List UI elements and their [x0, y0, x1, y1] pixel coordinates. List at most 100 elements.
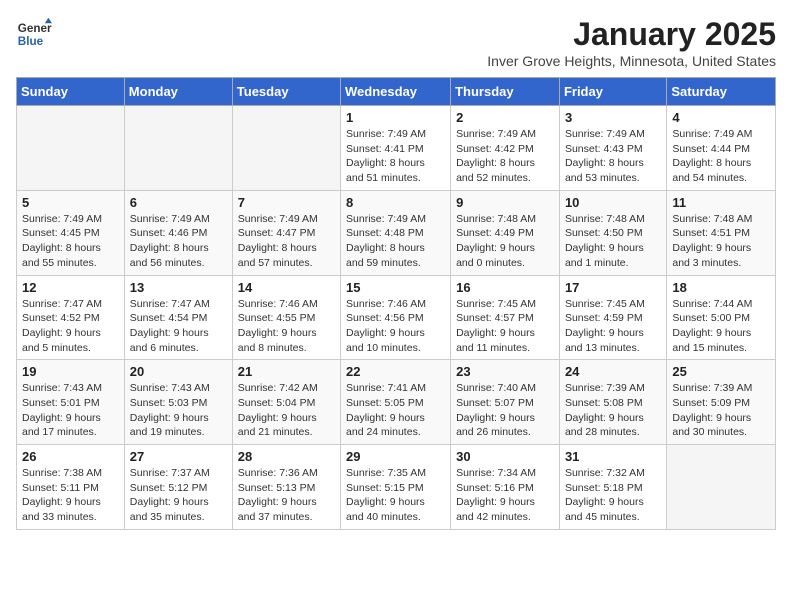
calendar-cell: 3 Sunrise: 7:49 AM Sunset: 4:43 PM Daylig…	[559, 106, 666, 191]
month-title: January 2025	[487, 16, 776, 53]
day-info: Sunrise: 7:43 AM Sunset: 5:03 PM Dayligh…	[130, 381, 227, 440]
calendar-cell: 18Sunrise: 7:44 AM Sunset: 5:00 PM Dayli…	[667, 275, 776, 360]
day-info: Sunrise: 7:38 AM Sunset: 5:11 PM Dayligh…	[22, 466, 119, 525]
calendar-cell: 26Sunrise: 7:38 AM Sunset: 5:11 PM Dayli…	[17, 445, 125, 530]
week-row-2: 5 Sunrise: 7:49 AM Sunset: 4:45 PM Daylig…	[17, 190, 776, 275]
day-number: 30	[456, 449, 554, 464]
calendar-cell: 19 Sunrise: 7:43 AM Sunset: 5:01 PM Dayli…	[17, 360, 125, 445]
calendar-cell: 12 Sunrise: 7:47 AM Sunset: 4:52 PM Dayli…	[17, 275, 125, 360]
weekday-header-friday: Friday	[559, 78, 666, 106]
day-number: 11	[672, 195, 770, 210]
day-number: 16	[456, 280, 554, 295]
calendar-cell	[232, 106, 340, 191]
day-number: 5	[22, 195, 119, 210]
day-info: Sunrise: 7:49 AM Sunset: 4:46 PM Dayligh…	[130, 212, 227, 271]
day-info: Sunrise: 7:41 AM Sunset: 5:05 PM Dayligh…	[346, 381, 445, 440]
day-number: 31	[565, 449, 661, 464]
day-number: 15	[346, 280, 445, 295]
day-info: Sunrise: 7:49 AM Sunset: 4:41 PM Dayligh…	[346, 127, 445, 186]
title-block: January 2025 Inver Grove Heights, Minnes…	[487, 16, 776, 69]
calendar-cell: 13Sunrise: 7:47 AM Sunset: 4:54 PM Dayli…	[124, 275, 232, 360]
day-number: 9	[456, 195, 554, 210]
weekday-header-sunday: Sunday	[17, 78, 125, 106]
day-info: Sunrise: 7:47 AM Sunset: 4:52 PM Dayligh…	[22, 297, 119, 356]
calendar-cell	[17, 106, 125, 191]
day-info: Sunrise: 7:40 AM Sunset: 5:07 PM Dayligh…	[456, 381, 554, 440]
day-info: Sunrise: 7:49 AM Sunset: 4:48 PM Dayligh…	[346, 212, 445, 271]
logo: General Blue	[16, 16, 52, 52]
week-row-1: 1 Sunrise: 7:49 AM Sunset: 4:41 PM Daylig…	[17, 106, 776, 191]
day-number: 7	[238, 195, 335, 210]
day-number: 29	[346, 449, 445, 464]
weekday-header-thursday: Thursday	[451, 78, 560, 106]
day-info: Sunrise: 7:48 AM Sunset: 4:51 PM Dayligh…	[672, 212, 770, 271]
day-number: 24	[565, 364, 661, 379]
day-info: Sunrise: 7:49 AM Sunset: 4:44 PM Dayligh…	[672, 127, 770, 186]
day-info: Sunrise: 7:49 AM Sunset: 4:43 PM Dayligh…	[565, 127, 661, 186]
location-title: Inver Grove Heights, Minnesota, United S…	[487, 53, 776, 69]
day-info: Sunrise: 7:37 AM Sunset: 5:12 PM Dayligh…	[130, 466, 227, 525]
day-number: 4	[672, 110, 770, 125]
calendar-cell: 28 Sunrise: 7:36 AM Sunset: 5:13 PM Dayli…	[232, 445, 340, 530]
logo-icon: General Blue	[16, 16, 52, 52]
weekday-header-wednesday: Wednesday	[341, 78, 451, 106]
calendar-cell	[124, 106, 232, 191]
calendar-cell: 23 Sunrise: 7:40 AM Sunset: 5:07 PM Dayli…	[451, 360, 560, 445]
calendar-cell: 20Sunrise: 7:43 AM Sunset: 5:03 PM Dayli…	[124, 360, 232, 445]
weekday-header-row: SundayMondayTuesdayWednesdayThursdayFrid…	[17, 78, 776, 106]
day-info: Sunrise: 7:49 AM Sunset: 4:45 PM Dayligh…	[22, 212, 119, 271]
day-info: Sunrise: 7:32 AM Sunset: 5:18 PM Dayligh…	[565, 466, 661, 525]
weekday-header-tuesday: Tuesday	[232, 78, 340, 106]
calendar-cell: 16 Sunrise: 7:45 AM Sunset: 4:57 PM Dayli…	[451, 275, 560, 360]
day-info: Sunrise: 7:39 AM Sunset: 5:08 PM Dayligh…	[565, 381, 661, 440]
day-info: Sunrise: 7:48 AM Sunset: 4:50 PM Dayligh…	[565, 212, 661, 271]
day-number: 13	[130, 280, 227, 295]
calendar-cell: 1 Sunrise: 7:49 AM Sunset: 4:41 PM Daylig…	[341, 106, 451, 191]
day-number: 3	[565, 110, 661, 125]
day-number: 6	[130, 195, 227, 210]
day-info: Sunrise: 7:43 AM Sunset: 5:01 PM Dayligh…	[22, 381, 119, 440]
calendar-cell: 21Sunrise: 7:42 AM Sunset: 5:04 PM Dayli…	[232, 360, 340, 445]
day-info: Sunrise: 7:48 AM Sunset: 4:49 PM Dayligh…	[456, 212, 554, 271]
day-info: Sunrise: 7:45 AM Sunset: 4:57 PM Dayligh…	[456, 297, 554, 356]
day-number: 12	[22, 280, 119, 295]
calendar-cell: 15 Sunrise: 7:46 AM Sunset: 4:56 PM Dayli…	[341, 275, 451, 360]
day-info: Sunrise: 7:42 AM Sunset: 5:04 PM Dayligh…	[238, 381, 335, 440]
day-number: 25	[672, 364, 770, 379]
calendar-cell: 24 Sunrise: 7:39 AM Sunset: 5:08 PM Dayli…	[559, 360, 666, 445]
calendar-cell: 5 Sunrise: 7:49 AM Sunset: 4:45 PM Daylig…	[17, 190, 125, 275]
calendar-cell	[667, 445, 776, 530]
day-number: 2	[456, 110, 554, 125]
day-info: Sunrise: 7:49 AM Sunset: 4:42 PM Dayligh…	[456, 127, 554, 186]
day-number: 1	[346, 110, 445, 125]
calendar-cell: 31 Sunrise: 7:32 AM Sunset: 5:18 PM Dayli…	[559, 445, 666, 530]
calendar-cell: 17 Sunrise: 7:45 AM Sunset: 4:59 PM Dayli…	[559, 275, 666, 360]
day-info: Sunrise: 7:39 AM Sunset: 5:09 PM Dayligh…	[672, 381, 770, 440]
calendar-cell: 8 Sunrise: 7:49 AM Sunset: 4:48 PM Daylig…	[341, 190, 451, 275]
day-number: 8	[346, 195, 445, 210]
svg-text:General: General	[18, 22, 52, 35]
calendar-cell: 6 Sunrise: 7:49 AM Sunset: 4:46 PM Daylig…	[124, 190, 232, 275]
day-info: Sunrise: 7:34 AM Sunset: 5:16 PM Dayligh…	[456, 466, 554, 525]
calendar-cell: 22 Sunrise: 7:41 AM Sunset: 5:05 PM Dayli…	[341, 360, 451, 445]
day-info: Sunrise: 7:46 AM Sunset: 4:56 PM Dayligh…	[346, 297, 445, 356]
day-number: 17	[565, 280, 661, 295]
day-info: Sunrise: 7:46 AM Sunset: 4:55 PM Dayligh…	[238, 297, 335, 356]
weekday-header-saturday: Saturday	[667, 78, 776, 106]
day-info: Sunrise: 7:49 AM Sunset: 4:47 PM Dayligh…	[238, 212, 335, 271]
calendar-cell: 27Sunrise: 7:37 AM Sunset: 5:12 PM Dayli…	[124, 445, 232, 530]
day-number: 22	[346, 364, 445, 379]
day-info: Sunrise: 7:45 AM Sunset: 4:59 PM Dayligh…	[565, 297, 661, 356]
day-number: 14	[238, 280, 335, 295]
calendar-cell: 4 Sunrise: 7:49 AM Sunset: 4:44 PM Daylig…	[667, 106, 776, 191]
weekday-header-monday: Monday	[124, 78, 232, 106]
day-number: 19	[22, 364, 119, 379]
page-header: General Blue January 2025 Inver Grove He…	[16, 16, 776, 69]
calendar-table: SundayMondayTuesdayWednesdayThursdayFrid…	[16, 77, 776, 530]
day-number: 10	[565, 195, 661, 210]
calendar-cell: 25 Sunrise: 7:39 AM Sunset: 5:09 PM Dayli…	[667, 360, 776, 445]
day-info: Sunrise: 7:35 AM Sunset: 5:15 PM Dayligh…	[346, 466, 445, 525]
day-number: 23	[456, 364, 554, 379]
day-info: Sunrise: 7:36 AM Sunset: 5:13 PM Dayligh…	[238, 466, 335, 525]
day-number: 28	[238, 449, 335, 464]
